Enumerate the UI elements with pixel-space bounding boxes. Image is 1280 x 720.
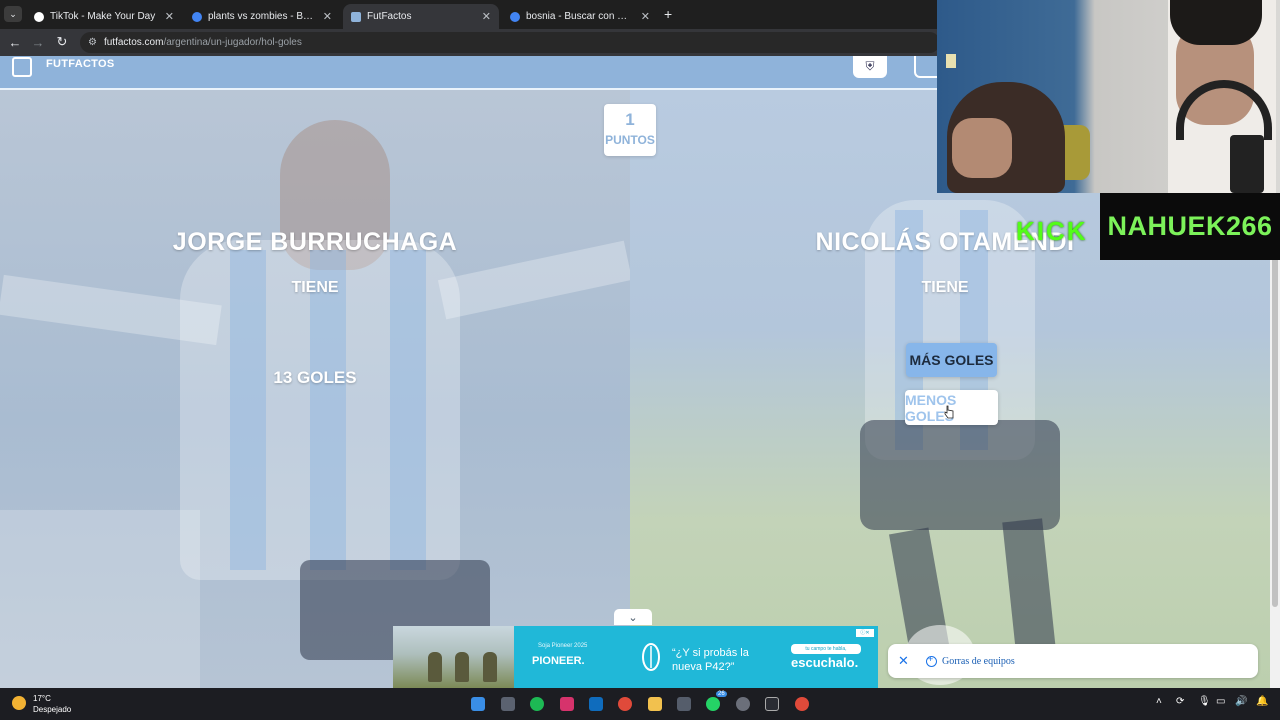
webcam-person-left-face [952, 118, 1012, 178]
left-player-panel [0, 90, 630, 688]
site-info-icon[interactable]: ⚙ [88, 37, 97, 48]
tab-title: FutFactos [367, 11, 412, 22]
moon-weather-icon[interactable] [12, 696, 26, 710]
webcam-person-right-hair [1170, 0, 1262, 45]
chrome-icon[interactable] [618, 697, 632, 711]
tab-plants-vs-zombies[interactable]: plants vs zombies - Buscar con ✕ [184, 4, 340, 29]
left-player-goals: 13 GOLES [273, 368, 357, 387]
close-icon[interactable]: ✕ [898, 653, 912, 669]
whatsapp-icon[interactable] [706, 697, 720, 711]
outlook-icon[interactable] [589, 697, 603, 711]
ad-figure [483, 652, 497, 682]
stadium-board [0, 510, 200, 688]
whatsapp-badge: 26 [716, 691, 727, 697]
ad-small-text: Soja Pioneer 2025 [538, 643, 588, 649]
ad-figure [428, 652, 442, 682]
close-tab-icon[interactable]: ✕ [641, 10, 650, 23]
hand-cursor-icon [944, 405, 954, 419]
ad-figure [455, 652, 469, 682]
task-view-icon[interactable] [501, 697, 515, 711]
microphone-icon [1230, 135, 1264, 193]
back-arrow-icon[interactable]: ← [6, 33, 24, 51]
google-icon [192, 11, 202, 22]
tab-tiktok[interactable]: TikTok - Make Your Day ✕ [26, 4, 182, 29]
file-explorer-icon[interactable] [648, 697, 662, 711]
weather-description[interactable]: Despejado [33, 705, 71, 714]
microphone-tray-icon[interactable]: 🎙 [1198, 696, 1211, 707]
add-circle-icon [926, 654, 937, 667]
tab-title: TikTok - Make Your Day [50, 11, 156, 22]
futfactos-logo-icon[interactable] [12, 57, 32, 77]
score-label: PUNTOS [605, 133, 655, 147]
shirt-stripe [230, 250, 266, 570]
tab-list-button[interactable]: ⌄ [4, 6, 22, 22]
channel-name-box: NAHUEK266 [1100, 193, 1280, 260]
shirt-stripe [310, 250, 346, 570]
close-tab-icon[interactable]: ✕ [165, 10, 174, 23]
weather-temperature[interactable]: 17°C [33, 694, 51, 703]
app-icon[interactable] [736, 697, 750, 711]
seed-logo-icon [642, 643, 660, 671]
player-photo-arm [437, 240, 630, 320]
notification-bell-icon[interactable]: 🔔 [1256, 696, 1268, 707]
side-ad[interactable]: ✕ Gorras de equipos [888, 644, 1258, 678]
url-path: /argentina/un-jugador/hol-goles [163, 37, 302, 48]
more-goals-button[interactable]: MÁS GOLES [906, 343, 997, 377]
tab-bosnia[interactable]: bosnia - Buscar con Google ✕ [502, 4, 658, 29]
store-icon[interactable] [677, 697, 691, 711]
url-host: futfactos.com [103, 37, 164, 48]
collapse-ad-button[interactable]: ⌄ [614, 609, 652, 625]
channel-name: NAHUEK266 [1107, 211, 1273, 241]
chrome-profile-icon[interactable] [795, 697, 809, 711]
left-player-verb: TIENE [291, 279, 339, 296]
team-badge-button[interactable]: ⛨ [853, 56, 887, 78]
ad-question-line2: nueva P42?” [672, 661, 735, 673]
right-player-verb: TIENE [921, 279, 969, 296]
close-tab-icon[interactable]: ✕ [323, 10, 332, 23]
ad-photo [393, 626, 514, 688]
webcam-wall-note [946, 54, 956, 68]
score-value: 1 [625, 110, 635, 129]
shirt-stripe [390, 250, 426, 570]
tab-futfactos[interactable]: FutFactos ✕ [343, 4, 499, 29]
player-photo-shorts [860, 420, 1060, 530]
score-box: 1 PUNTOS [604, 104, 656, 156]
futfactos-favicon-icon [351, 11, 361, 22]
ad-question-line1: “¿Y si probás la [672, 647, 749, 659]
shield-icon: ⛨ [865, 58, 875, 73]
ad-choices-icon[interactable]: ⓘ✕ [856, 629, 874, 637]
ad-question: “¿Y si probás la nueva P42?” [672, 646, 749, 674]
chevron-down-icon: ⌄ [628, 611, 638, 624]
ad-cta-small: tu campo te habla, [791, 644, 861, 654]
tiktok-icon [34, 11, 44, 22]
spotify-icon[interactable] [530, 697, 544, 711]
volume-icon[interactable]: 🔊 [1235, 696, 1247, 707]
tab-title: bosnia - Buscar con Google [526, 11, 635, 22]
google-icon [510, 11, 520, 22]
site-name[interactable]: FUTFACTOS [46, 58, 115, 70]
kick-logo: KICK [1016, 216, 1088, 246]
new-tab-button[interactable]: + [664, 6, 672, 22]
sync-icon[interactable]: ⟳ [1176, 696, 1184, 707]
reload-icon[interactable]: ↻ [53, 33, 71, 51]
close-tab-icon[interactable]: ✕ [482, 10, 491, 23]
address-bar[interactable]: ⚙ futfactos.com/argentina/un-jugador/hol… [80, 32, 940, 53]
tab-title: plants vs zombies - Buscar con [208, 11, 317, 22]
start-icon[interactable] [471, 697, 485, 711]
side-ad-text[interactable]: Gorras de equipos [942, 656, 1015, 667]
ad-brand: PIONEER. [532, 655, 585, 667]
audio-app-icon[interactable] [765, 697, 779, 711]
windows-taskbar: 17°C Despejado 26 ˄ ⟳ 🎙 ▭ 🔊 🔔 [0, 688, 1280, 720]
forward-arrow-icon[interactable]: → [29, 33, 47, 51]
chevron-up-icon[interactable]: ˄ [1156, 696, 1162, 707]
pioneer-ad-banner[interactable]: Soja Pioneer 2025 PIONEER. “¿Y si probás… [393, 626, 878, 688]
ad-cta[interactable]: escuchalo. [791, 655, 858, 670]
network-icon[interactable]: ▭ [1216, 696, 1225, 707]
left-player-name: JORGE BURRUCHAGA [172, 228, 458, 256]
instagram-icon[interactable] [560, 697, 574, 711]
